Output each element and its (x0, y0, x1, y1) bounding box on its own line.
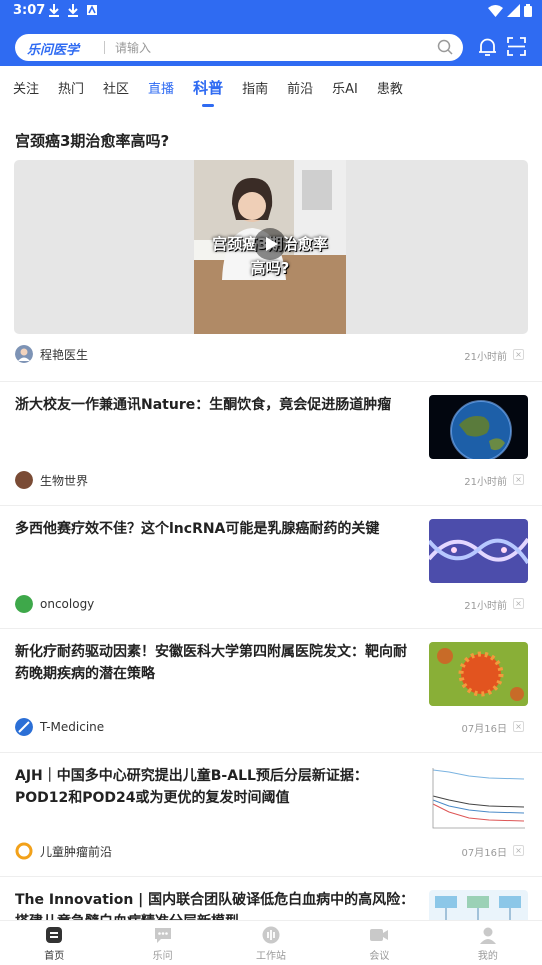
avatar (15, 471, 33, 489)
earth-image (429, 395, 528, 459)
user-icon (479, 927, 496, 944)
nav-workstation[interactable]: 工作站 (217, 921, 325, 965)
article-source[interactable]: T-Medicine (15, 718, 104, 736)
tab-live[interactable]: 直播 (148, 78, 174, 97)
play-button[interactable] (254, 228, 286, 260)
article-thumbnail (429, 766, 528, 830)
list-item[interactable]: The Innovation | 国内联合团队破译低危白血病中的高风险：搭建儿童… (0, 876, 542, 920)
nav-label: 工作站 (256, 951, 287, 962)
article-thumbnail (429, 519, 528, 583)
content-feed: 宫颈癌3期治愈率高吗? 宫颈癌3期治愈率 (0, 108, 542, 920)
source-name: T-Medicine (40, 720, 105, 734)
tab-le-ai[interactable]: 乐AI (332, 78, 358, 97)
wifi-icon (488, 5, 503, 17)
source-name: oncology (40, 597, 95, 611)
video-author[interactable]: 程艳医生 (15, 345, 88, 363)
post-time: 21小时前 (464, 477, 507, 488)
nav-label: 首页 (44, 951, 65, 962)
dismiss-button[interactable]: × (513, 349, 524, 360)
dismiss-button[interactable]: × (513, 598, 524, 609)
play-icon (266, 237, 278, 251)
article-source[interactable]: oncology (15, 595, 94, 613)
post-time: 07月16日 (461, 848, 507, 859)
list-item[interactable]: 新化疗耐药驱动因素！安徽医科大学第四附属医院发文：靶向耐药晚期疾病的潜在策略 T… (0, 628, 542, 752)
nav-label: 我的 (477, 951, 498, 962)
bell-icon[interactable] (478, 37, 497, 57)
article-thumbnail (429, 642, 528, 706)
tab-guide[interactable]: 指南 (242, 78, 268, 97)
post-time: 21小时前 (464, 352, 507, 363)
article-title[interactable]: 多西他赛疗效不佳？这个lncRNA可能是乳腺癌耐药的关键 (15, 518, 415, 540)
dna-image (429, 519, 528, 583)
article-thumbnail (429, 395, 528, 459)
article-source[interactable]: 生物世界 (15, 471, 88, 489)
search-input[interactable] (115, 38, 435, 57)
tab-patient-education[interactable]: 患教 (377, 78, 403, 97)
list-item[interactable]: AJH｜中国多中心研究提出儿童B-ALL预后分层新证据：POD12和POD24或… (0, 752, 542, 876)
category-tabs: 关注 热门 社区 直播 科普 指南 前沿 乐AI 患教 (0, 66, 542, 108)
video-thumbnail: 宫颈癌3期治愈率 高吗? (194, 160, 346, 334)
podcast-icon (262, 926, 280, 944)
search-icon[interactable] (437, 39, 453, 55)
list-item[interactable]: 浙大校友一作兼通讯Nature：生酮饮食，竟会促进肠道肿瘤 生物世界 21小时前… (0, 381, 542, 505)
top-bar: 3:07 乐问医学 (0, 0, 542, 66)
video-title[interactable]: 宫颈癌3期治愈率高吗? (15, 130, 169, 151)
status-system-icons (488, 4, 532, 17)
research-figure-image (429, 890, 528, 920)
video-icon (370, 929, 389, 941)
nav-mine[interactable]: 我的 (434, 921, 542, 965)
nav-label: 会议 (369, 951, 390, 962)
article-title[interactable]: AJH｜中国多中心研究提出儿童B-ALL预后分层新证据：POD12和POD24或… (15, 765, 415, 809)
article-thumbnail (429, 890, 528, 920)
post-time: 07月16日 (461, 724, 507, 735)
nav-lewen[interactable]: 乐问 (108, 921, 216, 965)
app-logo: 乐问医学 (27, 43, 80, 58)
virus-image (429, 642, 528, 706)
avatar (15, 842, 33, 860)
search-bar[interactable]: 乐问医学 (15, 34, 463, 61)
avatar (15, 718, 33, 736)
nav-meeting[interactable]: 会议 (325, 921, 433, 965)
article-title[interactable]: The Innovation | 国内联合团队破译低危白血病中的高风险：搭建儿童… (15, 889, 415, 920)
app-notification-icon (87, 5, 97, 15)
download-icon (49, 4, 59, 17)
nav-label: 乐问 (152, 951, 173, 962)
list-item[interactable]: 多西他赛疗效不佳？这个lncRNA可能是乳腺癌耐药的关键 oncology 21… (0, 505, 542, 629)
avatar (15, 345, 33, 363)
video-card[interactable]: 宫颈癌3期治愈率高吗? 宫颈癌3期治愈率 (0, 108, 542, 381)
nav-home[interactable]: 首页 (0, 921, 108, 965)
article-title[interactable]: 新化疗耐药驱动因素！安徽医科大学第四附属医院发文：靶向耐药晚期疾病的潜在策略 (15, 641, 415, 685)
tab-science[interactable]: 科普 (193, 77, 223, 107)
tab-community[interactable]: 社区 (103, 78, 129, 97)
avatar (15, 595, 33, 613)
search-divider (104, 41, 105, 54)
video-player[interactable]: 宫颈癌3期治愈率 高吗? (14, 160, 528, 334)
bottom-navigation: 首页 乐问 工作站 会议 我的 (0, 920, 542, 965)
scan-icon[interactable] (507, 37, 526, 56)
author-name: 程艳医生 (40, 347, 89, 362)
article-title[interactable]: 浙大校友一作兼通讯Nature：生酮饮食，竟会促进肠道肿瘤 (15, 394, 415, 416)
article-source[interactable]: 儿童肿瘤前沿 (15, 842, 112, 860)
tab-follow[interactable]: 关注 (13, 78, 39, 97)
post-time: 21小时前 (464, 601, 507, 612)
home-icon (46, 927, 63, 943)
status-notification-icons (48, 4, 98, 17)
dismiss-button[interactable]: × (513, 721, 524, 732)
status-bar: 3:07 (0, 0, 542, 24)
dismiss-button[interactable]: × (513, 845, 524, 856)
tab-hot[interactable]: 热门 (58, 78, 84, 97)
signal-icon (507, 4, 520, 17)
chat-icon (154, 928, 171, 943)
download-icon (68, 4, 78, 17)
status-time: 3:07 (13, 3, 46, 18)
source-name: 生物世界 (40, 473, 89, 488)
source-name: 儿童肿瘤前沿 (40, 844, 113, 859)
tab-frontier[interactable]: 前沿 (287, 78, 313, 97)
survival-curve-image (429, 766, 528, 830)
battery-icon (524, 4, 532, 17)
dismiss-button[interactable]: × (513, 474, 524, 485)
app-screen: 3:07 乐问医学 关注 热门 社区 直播 科普 指南 (0, 0, 542, 965)
